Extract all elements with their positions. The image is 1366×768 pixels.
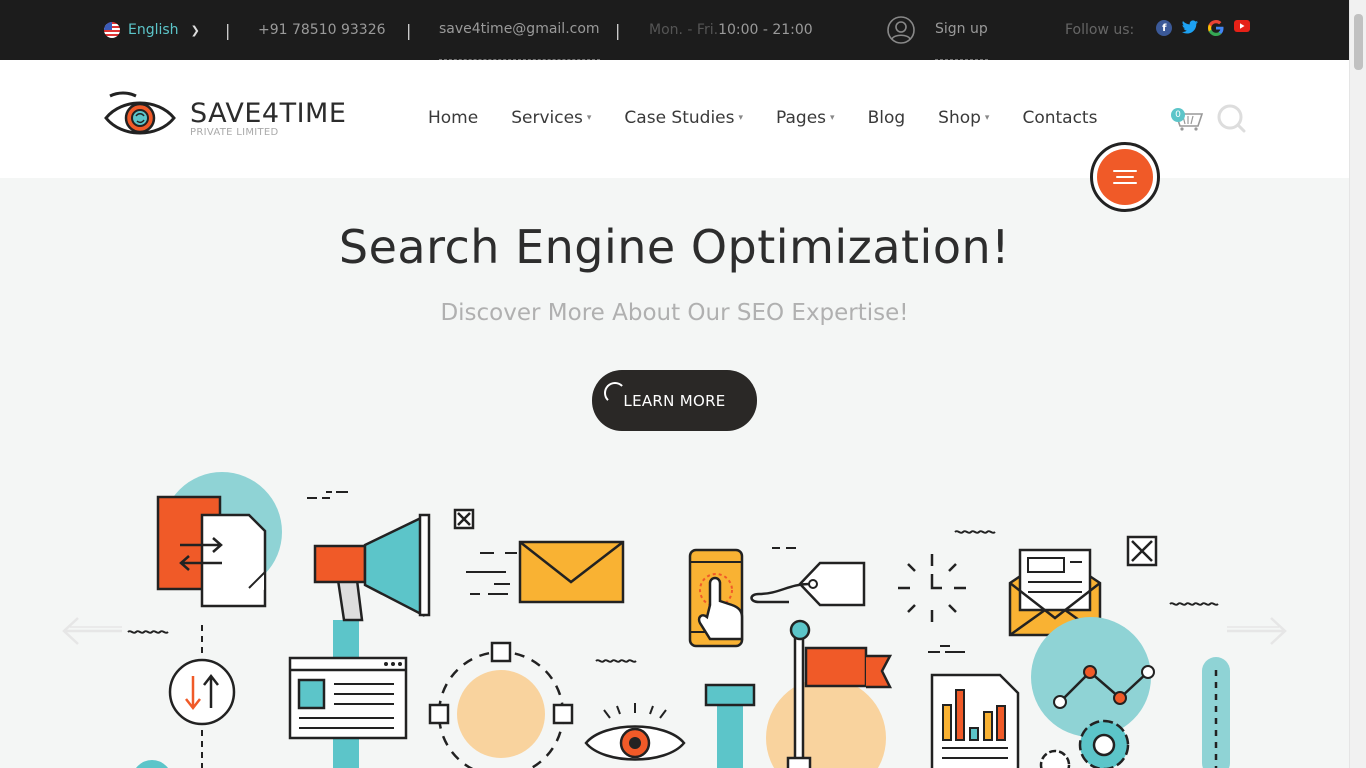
nav-contacts[interactable]: Contacts [1022, 108, 1097, 128]
phone-tap-icon [688, 548, 756, 768]
nav-blog[interactable]: Blog [868, 108, 906, 128]
nav-label: Services [511, 108, 583, 128]
nav-label: Shop [938, 108, 981, 128]
cart-count-badge: 0 [1171, 108, 1185, 122]
documents-transfer-icon [156, 472, 282, 608]
follow-label: Follow us: [1065, 22, 1135, 38]
follow-us: Follow us: f [1065, 0, 1251, 60]
eye-logo-icon[interactable] [104, 90, 176, 150]
sort-arrows-icon [168, 658, 236, 726]
separator: | [615, 20, 621, 40]
menu-toggle-button[interactable] [1090, 142, 1160, 212]
nav-label: Blog [867, 108, 906, 128]
email-link[interactable]: save4time@gmail.com [439, 0, 600, 60]
nav-label: Home [428, 108, 479, 128]
nav-label: Pages [776, 108, 827, 128]
nav-case-studies[interactable]: Case Studies ▾ [624, 108, 743, 128]
hero-subtitle: Discover More About Our SEO Expertise! [440, 300, 909, 326]
search-icon[interactable] [1217, 104, 1247, 138]
nav-shop[interactable]: Shop ▾ [938, 108, 989, 128]
flag-icon [766, 619, 893, 768]
learn-more-button[interactable]: LEARN MORE [592, 370, 757, 431]
language-label: English [128, 22, 179, 38]
signup-link[interactable]: Sign up [935, 0, 988, 60]
nav-services[interactable]: Services ▾ [511, 108, 591, 128]
cta-label: LEARN MORE [623, 391, 726, 410]
us-flag-icon [104, 22, 120, 38]
hamburger-icon [1097, 149, 1153, 205]
top-bar: English ❯ | +91 78510 93326 | save4time@… [0, 0, 1349, 60]
brand-name[interactable]: SAVE4TIME [190, 98, 346, 129]
nav-label: Contacts [1022, 108, 1098, 128]
close-box-icon [453, 508, 475, 530]
hours-label: Mon. - Fri. [649, 22, 719, 38]
clock-icon [898, 554, 966, 622]
facebook-icon[interactable]: f [1156, 20, 1173, 36]
user-icon[interactable] [886, 0, 916, 60]
analytics-gear-icon [1031, 617, 1155, 768]
youtube-icon[interactable] [1234, 20, 1251, 40]
caret-down-icon: ▾ [586, 113, 592, 123]
separator: | [406, 20, 412, 40]
nav-home[interactable]: Home [428, 108, 478, 128]
scrollbar-thumb[interactable] [1354, 14, 1363, 70]
page-scrollbar[interactable] [1349, 0, 1366, 768]
target-circle-icon [428, 641, 574, 768]
hours-value: 10:00 - 21:00 [718, 22, 813, 38]
price-tag-icon [750, 561, 866, 607]
browser-window-icon [288, 656, 408, 740]
nav-pages[interactable]: Pages ▾ [776, 108, 835, 128]
report-chart-icon [930, 673, 1020, 768]
seo-illustration [127, 472, 1230, 768]
separator: | [225, 20, 231, 40]
main-nav: Home Services ▾ Case Studies ▾ Pages ▾ Blog… [428, 108, 1130, 128]
close-box-icon [1126, 535, 1158, 567]
caret-down-icon: ▾ [984, 113, 990, 123]
phone-number[interactable]: +91 78510 93326 [258, 0, 386, 60]
language-selector[interactable]: English ❯ [104, 0, 200, 60]
business-hours: Mon. - Fri. 10:00 - 21:00 [649, 0, 813, 60]
chevron-down-icon: ❯ [190, 23, 200, 37]
brand-subtitle: PRIVATE LIMITED [190, 127, 279, 138]
google-icon[interactable] [1208, 20, 1224, 40]
eye-icon [584, 703, 686, 761]
caret-down-icon: ▾ [738, 113, 744, 123]
envelope-icon [518, 540, 625, 604]
twitter-icon[interactable] [1182, 20, 1199, 40]
loading-spinner-icon [604, 382, 626, 404]
hero-title: Search Engine Optimization! [338, 220, 1011, 274]
nav-label: Case Studies [624, 108, 735, 128]
caret-down-icon: ▾ [830, 113, 835, 123]
